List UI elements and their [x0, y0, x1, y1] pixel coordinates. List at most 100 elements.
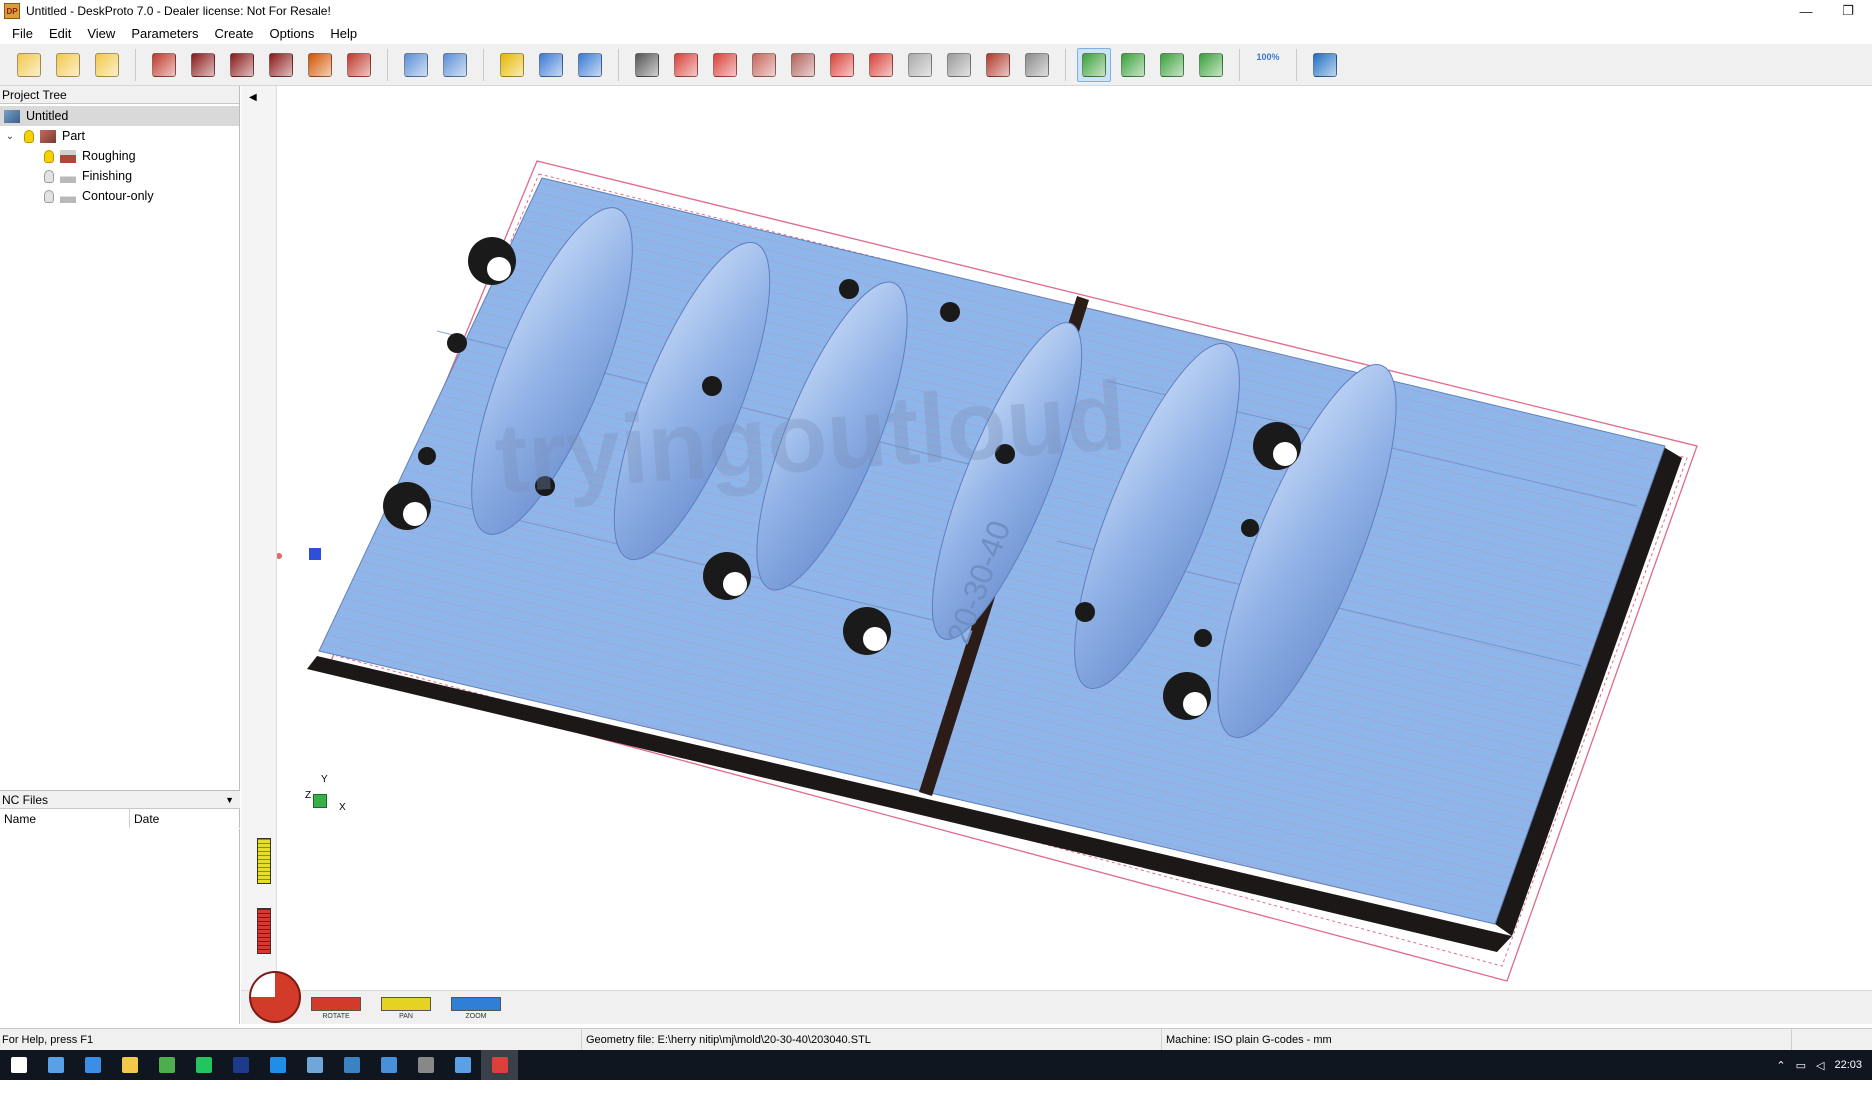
tree-item-part-label: Part [62, 129, 85, 143]
menu-parameters[interactable]: Parameters [123, 26, 206, 41]
layout-view-button[interactable] [573, 48, 607, 82]
taskbar-mail[interactable] [185, 1050, 222, 1080]
pan-view-button[interactable] [1116, 48, 1150, 82]
menu-options[interactable]: Options [262, 26, 323, 41]
tree-item-project[interactable]: Untitled [0, 106, 239, 126]
chevron-down-icon[interactable]: ⌄ [4, 131, 16, 142]
pan-slider-icon[interactable] [257, 838, 271, 884]
layout-grid-button[interactable] [534, 48, 568, 82]
toolbar-separator [483, 48, 484, 81]
lightbulb-off-icon[interactable] [44, 189, 54, 203]
collapse-panel-arrow-icon[interactable]: ◀ [249, 92, 257, 103]
export-nc-button[interactable] [342, 48, 376, 82]
view-cube-red-button[interactable] [669, 48, 703, 82]
menu-edit[interactable]: Edit [41, 26, 79, 41]
3d-viewport[interactable]: tryingoutloud 20-30-40 Y Z X [277, 86, 1872, 990]
render-camera-grey-icon [1025, 52, 1049, 77]
volume-icon[interactable]: ◁ [1816, 1059, 1824, 1072]
cutter-icon [269, 52, 293, 77]
column-header-date[interactable]: Date [130, 809, 240, 828]
lightbulb-on-icon[interactable] [44, 149, 54, 163]
view-back-button[interactable] [786, 48, 820, 82]
view-top-button[interactable] [825, 48, 859, 82]
status-geometry-file: Geometry file: E:\herry nitip\mj\mold\20… [582, 1029, 1162, 1050]
zoom-window-icon [1199, 52, 1223, 77]
menu-view[interactable]: View [79, 26, 123, 41]
window-title: Untitled - DeskProto 7.0 - Dealer licens… [26, 4, 331, 18]
menu-help[interactable]: Help [322, 26, 365, 41]
taskbar-photos[interactable] [407, 1050, 444, 1080]
view-bottom-button[interactable] [864, 48, 898, 82]
render-camera-button[interactable] [981, 48, 1015, 82]
chevron-up-icon[interactable]: ⌃ [1776, 1059, 1785, 1072]
deskproto-d-button[interactable] [303, 48, 337, 82]
taskbar-deskproto[interactable] [481, 1050, 518, 1080]
rotate-view-button[interactable] [1077, 47, 1111, 82]
taskbar-edge[interactable] [111, 1050, 148, 1080]
zoom-100-button[interactable]: 100% [1251, 48, 1285, 82]
taskbar-search[interactable] [37, 1050, 74, 1080]
minimize-button[interactable]: — [1786, 0, 1826, 22]
system-tray: ⌃ ▭ ◁ 22:03 [1776, 1050, 1862, 1080]
tree-item-finishing[interactable]: Finishing [0, 166, 239, 186]
rotate-button[interactable] [311, 997, 361, 1011]
zoom-in-button[interactable] [1155, 48, 1189, 82]
view-iso-grey-button[interactable] [903, 48, 937, 82]
render-camera-grey-button[interactable] [1020, 48, 1054, 82]
camera-button[interactable] [630, 48, 664, 82]
zoom-window-button[interactable] [1194, 48, 1228, 82]
operation-parameters-button[interactable] [225, 48, 259, 82]
taskbar-explorer[interactable] [222, 1050, 259, 1080]
view-side-button[interactable] [747, 48, 781, 82]
clock[interactable]: 22:03 [1834, 1059, 1862, 1071]
taskbar-sketchup[interactable] [370, 1050, 407, 1080]
project-tree: Untitled ⌄ Part Roughing Finishing Conto… [0, 104, 239, 206]
zoom-button[interactable] [451, 997, 501, 1011]
taskbar-gallery[interactable] [444, 1050, 481, 1080]
column-header-name[interactable]: Name [0, 809, 130, 828]
tree-item-roughing[interactable]: Roughing [0, 146, 239, 166]
new-project-button[interactable] [12, 48, 46, 82]
taskbar-start[interactable] [0, 1050, 37, 1080]
taskbar-task-view[interactable] [74, 1050, 111, 1080]
simulate-button[interactable] [399, 48, 433, 82]
inspect-button[interactable] [438, 48, 472, 82]
tree-item-finishing-label: Finishing [82, 169, 133, 183]
taskbar-store[interactable] [148, 1050, 185, 1080]
save-button[interactable] [90, 48, 124, 82]
tree-item-contour-only[interactable]: Contour-only [0, 186, 239, 206]
lightbulb-off-icon[interactable] [44, 169, 54, 183]
load-geometry-button[interactable] [147, 48, 181, 82]
view-flat-grey-button[interactable] [942, 48, 976, 82]
origin-point [277, 553, 282, 559]
cutter-button[interactable] [264, 48, 298, 82]
view-side-icon [752, 52, 776, 77]
mold-model-render[interactable]: tryingoutloud 20-30-40 [277, 86, 1872, 990]
open-folder-button[interactable] [51, 48, 85, 82]
rotate-dial-icon[interactable] [249, 971, 301, 1023]
tree-item-part[interactable]: ⌄ Part [0, 126, 239, 146]
nc-files-header[interactable]: NC Files ▼ [0, 791, 240, 809]
menu-create[interactable]: Create [207, 26, 262, 41]
restore-button[interactable]: ❐ [1828, 0, 1868, 22]
nc-files-columns: Name Date [0, 809, 240, 829]
info-button[interactable] [495, 48, 529, 82]
toolbar-separator [618, 48, 619, 81]
view-front-button[interactable] [708, 48, 742, 82]
open-folder-icon [56, 52, 80, 77]
axis-triad: Y Z X [305, 774, 355, 824]
toolbar-separator [1296, 48, 1297, 81]
taskbar-photoshop[interactable] [333, 1050, 370, 1080]
network-icon[interactable]: ▭ [1796, 1059, 1806, 1072]
axis-cube-icon [313, 794, 327, 808]
taskbar-chrome[interactable] [259, 1050, 296, 1080]
part-parameters-button[interactable] [186, 48, 220, 82]
lightbulb-on-icon[interactable] [24, 129, 34, 143]
taskbar-evernote[interactable] [296, 1050, 333, 1080]
dropdown-arrow-icon[interactable]: ▼ [225, 795, 234, 805]
rotate-slider-icon[interactable] [257, 908, 271, 954]
pan-button[interactable] [381, 997, 431, 1011]
project-icon [4, 109, 20, 123]
menu-file[interactable]: File [4, 26, 41, 41]
help-book-button[interactable] [1308, 48, 1342, 82]
